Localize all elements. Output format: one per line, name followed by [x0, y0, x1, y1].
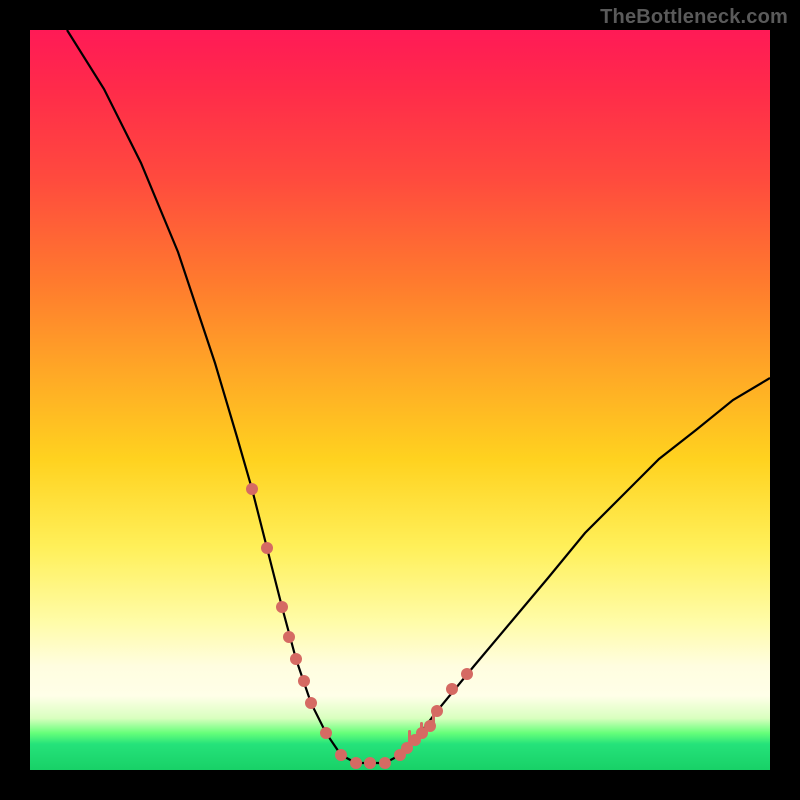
- marker-dots: [246, 483, 473, 769]
- watermark-text: TheBottleneck.com: [600, 6, 788, 29]
- chart-frame: TheBottleneck.com: [0, 0, 800, 800]
- bottleneck-curve: [67, 30, 770, 763]
- curve-svg: [30, 30, 770, 770]
- plot-area: [30, 30, 770, 770]
